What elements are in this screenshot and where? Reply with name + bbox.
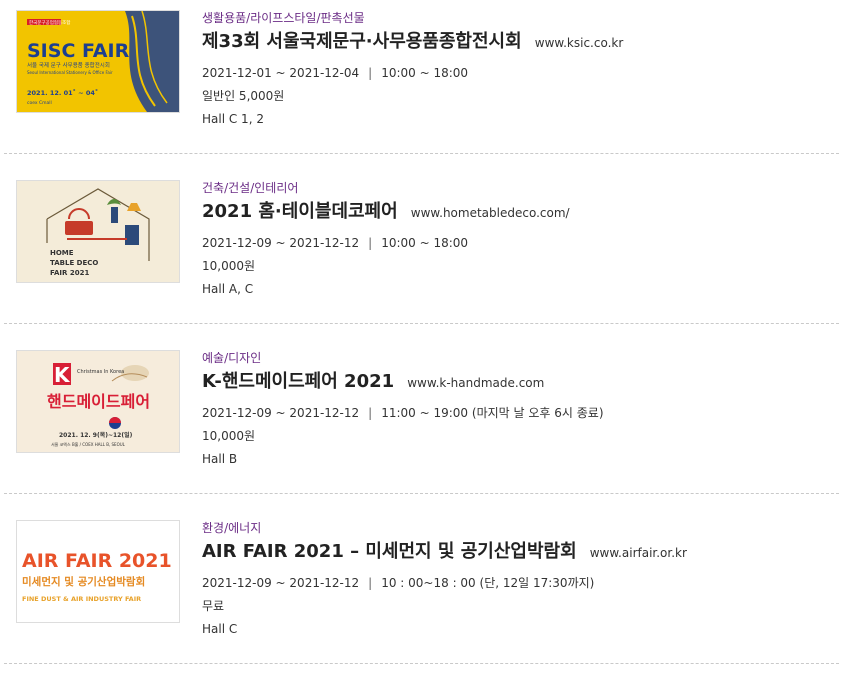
event-url[interactable]: www.k-handmade.com: [407, 376, 544, 390]
event-schedule: 2021-12-09 ~ 2021-12-12 | 10:00 ~ 18:00: [202, 235, 570, 251]
event-info: 환경/에너지 AIR FAIR 2021 – 미세먼지 및 공기산업박람회 ww…: [202, 520, 687, 637]
k-handmade-poster: K Christmas In Korea 핸드메이드페어 2021. 12. 9…: [17, 351, 179, 452]
poster-letter: K: [54, 363, 71, 387]
divider: |: [368, 406, 373, 420]
item-separator: [4, 323, 839, 324]
event-dates: 2021-12-09 ~ 2021-12-12: [202, 576, 360, 590]
event-hours: 10:00 ~ 18:00: [381, 66, 469, 80]
event-schedule: 2021-12-01 ~ 2021-12-04 | 10:00 ~ 18:00: [202, 65, 623, 81]
poster-name: SISC FAIR: [27, 40, 130, 62]
poster-date: 2021. 12. 01˚ ~ 04˚: [27, 89, 98, 97]
event-hall: Hall B: [202, 452, 238, 466]
event-price: 10,000원: [202, 259, 256, 273]
divider: |: [368, 576, 373, 590]
poster-line3: FAIR 2021: [50, 269, 89, 277]
event-hours: 10 : 00~18 : 00 (단, 12일 17:30까지): [381, 576, 595, 590]
event-title[interactable]: K-핸드메이드페어 2021: [202, 371, 394, 392]
event-item: 한국문구공업협동조합 SISC FAIR 서울 국제 문구 사무용품 종합전시회…: [0, 0, 843, 170]
event-poster-image[interactable]: AIR FAIR 2021 미세먼지 및 공기산업박람회 FINE DUST &…: [16, 520, 180, 623]
event-poster-image[interactable]: K Christmas In Korea 핸드메이드페어 2021. 12. 9…: [16, 350, 180, 453]
event-category[interactable]: 예술/디자인: [202, 350, 604, 366]
event-dates: 2021-12-01 ~ 2021-12-04: [202, 66, 360, 80]
poster-venue: 서울 코엑스 B홀 / COEX HALL B, SEOUL: [51, 441, 126, 447]
event-category[interactable]: 환경/에너지: [202, 520, 687, 536]
event-hours: 10:00 ~ 18:00: [381, 236, 469, 250]
event-category[interactable]: 건축/건설/인테리어: [202, 180, 570, 196]
air-fair-poster: AIR FAIR 2021 미세먼지 및 공기산업박람회 FINE DUST &…: [17, 521, 179, 622]
sisc-fair-poster: 한국문구공업협동조합 SISC FAIR 서울 국제 문구 사무용품 종합전시회…: [17, 11, 179, 112]
event-title[interactable]: 제33회 서울국제문구·사무용품종합전시회: [202, 31, 522, 52]
poster-line2: TABLE DECO: [50, 259, 98, 267]
poster-english: Seoul International Stationery & Office …: [27, 70, 113, 75]
event-url[interactable]: www.hometabledeco.com/: [411, 206, 570, 220]
event-info: 생활용품/라이프스타일/판촉선물 제33회 서울국제문구·사무용품종합전시회 w…: [202, 10, 623, 127]
event-dates: 2021-12-09 ~ 2021-12-12: [202, 236, 360, 250]
poster-subtitle: 서울 국제 문구 사무용품 종합전시회: [27, 61, 110, 69]
event-dates: 2021-12-09 ~ 2021-12-12: [202, 406, 360, 420]
event-category[interactable]: 생활용품/라이프스타일/판촉선물: [202, 10, 623, 26]
event-url[interactable]: www.airfair.or.kr: [590, 546, 687, 560]
divider: |: [368, 66, 373, 80]
poster-line1: HOME: [50, 249, 74, 257]
poster-name: AIR FAIR 2021: [22, 550, 172, 572]
poster-korean: 미세먼지 및 공기산업박람회: [22, 575, 145, 588]
event-price: 일반인 5,000원: [202, 89, 285, 103]
item-separator: [4, 663, 839, 664]
event-hours: 11:00 ~ 19:00 (마지막 날 오후 6시 종료): [381, 406, 604, 420]
event-price: 무료: [202, 599, 225, 613]
item-separator: [4, 153, 839, 154]
item-separator: [4, 493, 839, 494]
event-item: AIR FAIR 2021 미세먼지 및 공기산업박람회 FINE DUST &…: [0, 510, 843, 680]
poster-date: 2021. 12. 9(목)~12(일): [59, 431, 133, 439]
poster-venue: coex Cmall: [27, 100, 52, 106]
home-table-deco-poster: HOME TABLE DECO FAIR 2021: [17, 181, 179, 282]
divider: |: [368, 236, 373, 250]
event-poster-image[interactable]: HOME TABLE DECO FAIR 2021: [16, 180, 180, 283]
event-title[interactable]: 2021 홈·테이블데코페어: [202, 201, 398, 222]
event-url[interactable]: www.ksic.co.kr: [535, 36, 624, 50]
event-hall: Hall C 1, 2: [202, 112, 264, 126]
event-item: K Christmas In Korea 핸드메이드페어 2021. 12. 9…: [0, 340, 843, 510]
event-info: 예술/디자인 K-핸드메이드페어 2021 www.k-handmade.com…: [202, 350, 604, 467]
event-info: 건축/건설/인테리어 2021 홈·테이블데코페어 www.hometabled…: [202, 180, 570, 297]
event-hall: Hall A, C: [202, 282, 254, 296]
poster-english: FINE DUST & AIR INDUSTRY FAIR: [22, 595, 141, 603]
event-price: 10,000원: [202, 429, 256, 443]
event-schedule: 2021-12-09 ~ 2021-12-12 | 11:00 ~ 19:00 (마…: [202, 405, 604, 421]
event-item: HOME TABLE DECO FAIR 2021 건축/건설/인테리어 202…: [0, 170, 843, 340]
event-poster-image[interactable]: 한국문구공업협동조합 SISC FAIR 서울 국제 문구 사무용품 종합전시회…: [16, 10, 180, 113]
poster-name: 핸드메이드페어: [47, 392, 150, 411]
event-schedule: 2021-12-09 ~ 2021-12-12 | 10 : 00~18 : 00 …: [202, 575, 687, 591]
poster-tag: 한국문구공업협동조합: [29, 19, 70, 26]
event-title[interactable]: AIR FAIR 2021 – 미세먼지 및 공기산업박람회: [202, 541, 577, 562]
event-hall: Hall C: [202, 622, 238, 636]
poster-christmas: Christmas In Korea: [77, 369, 124, 375]
